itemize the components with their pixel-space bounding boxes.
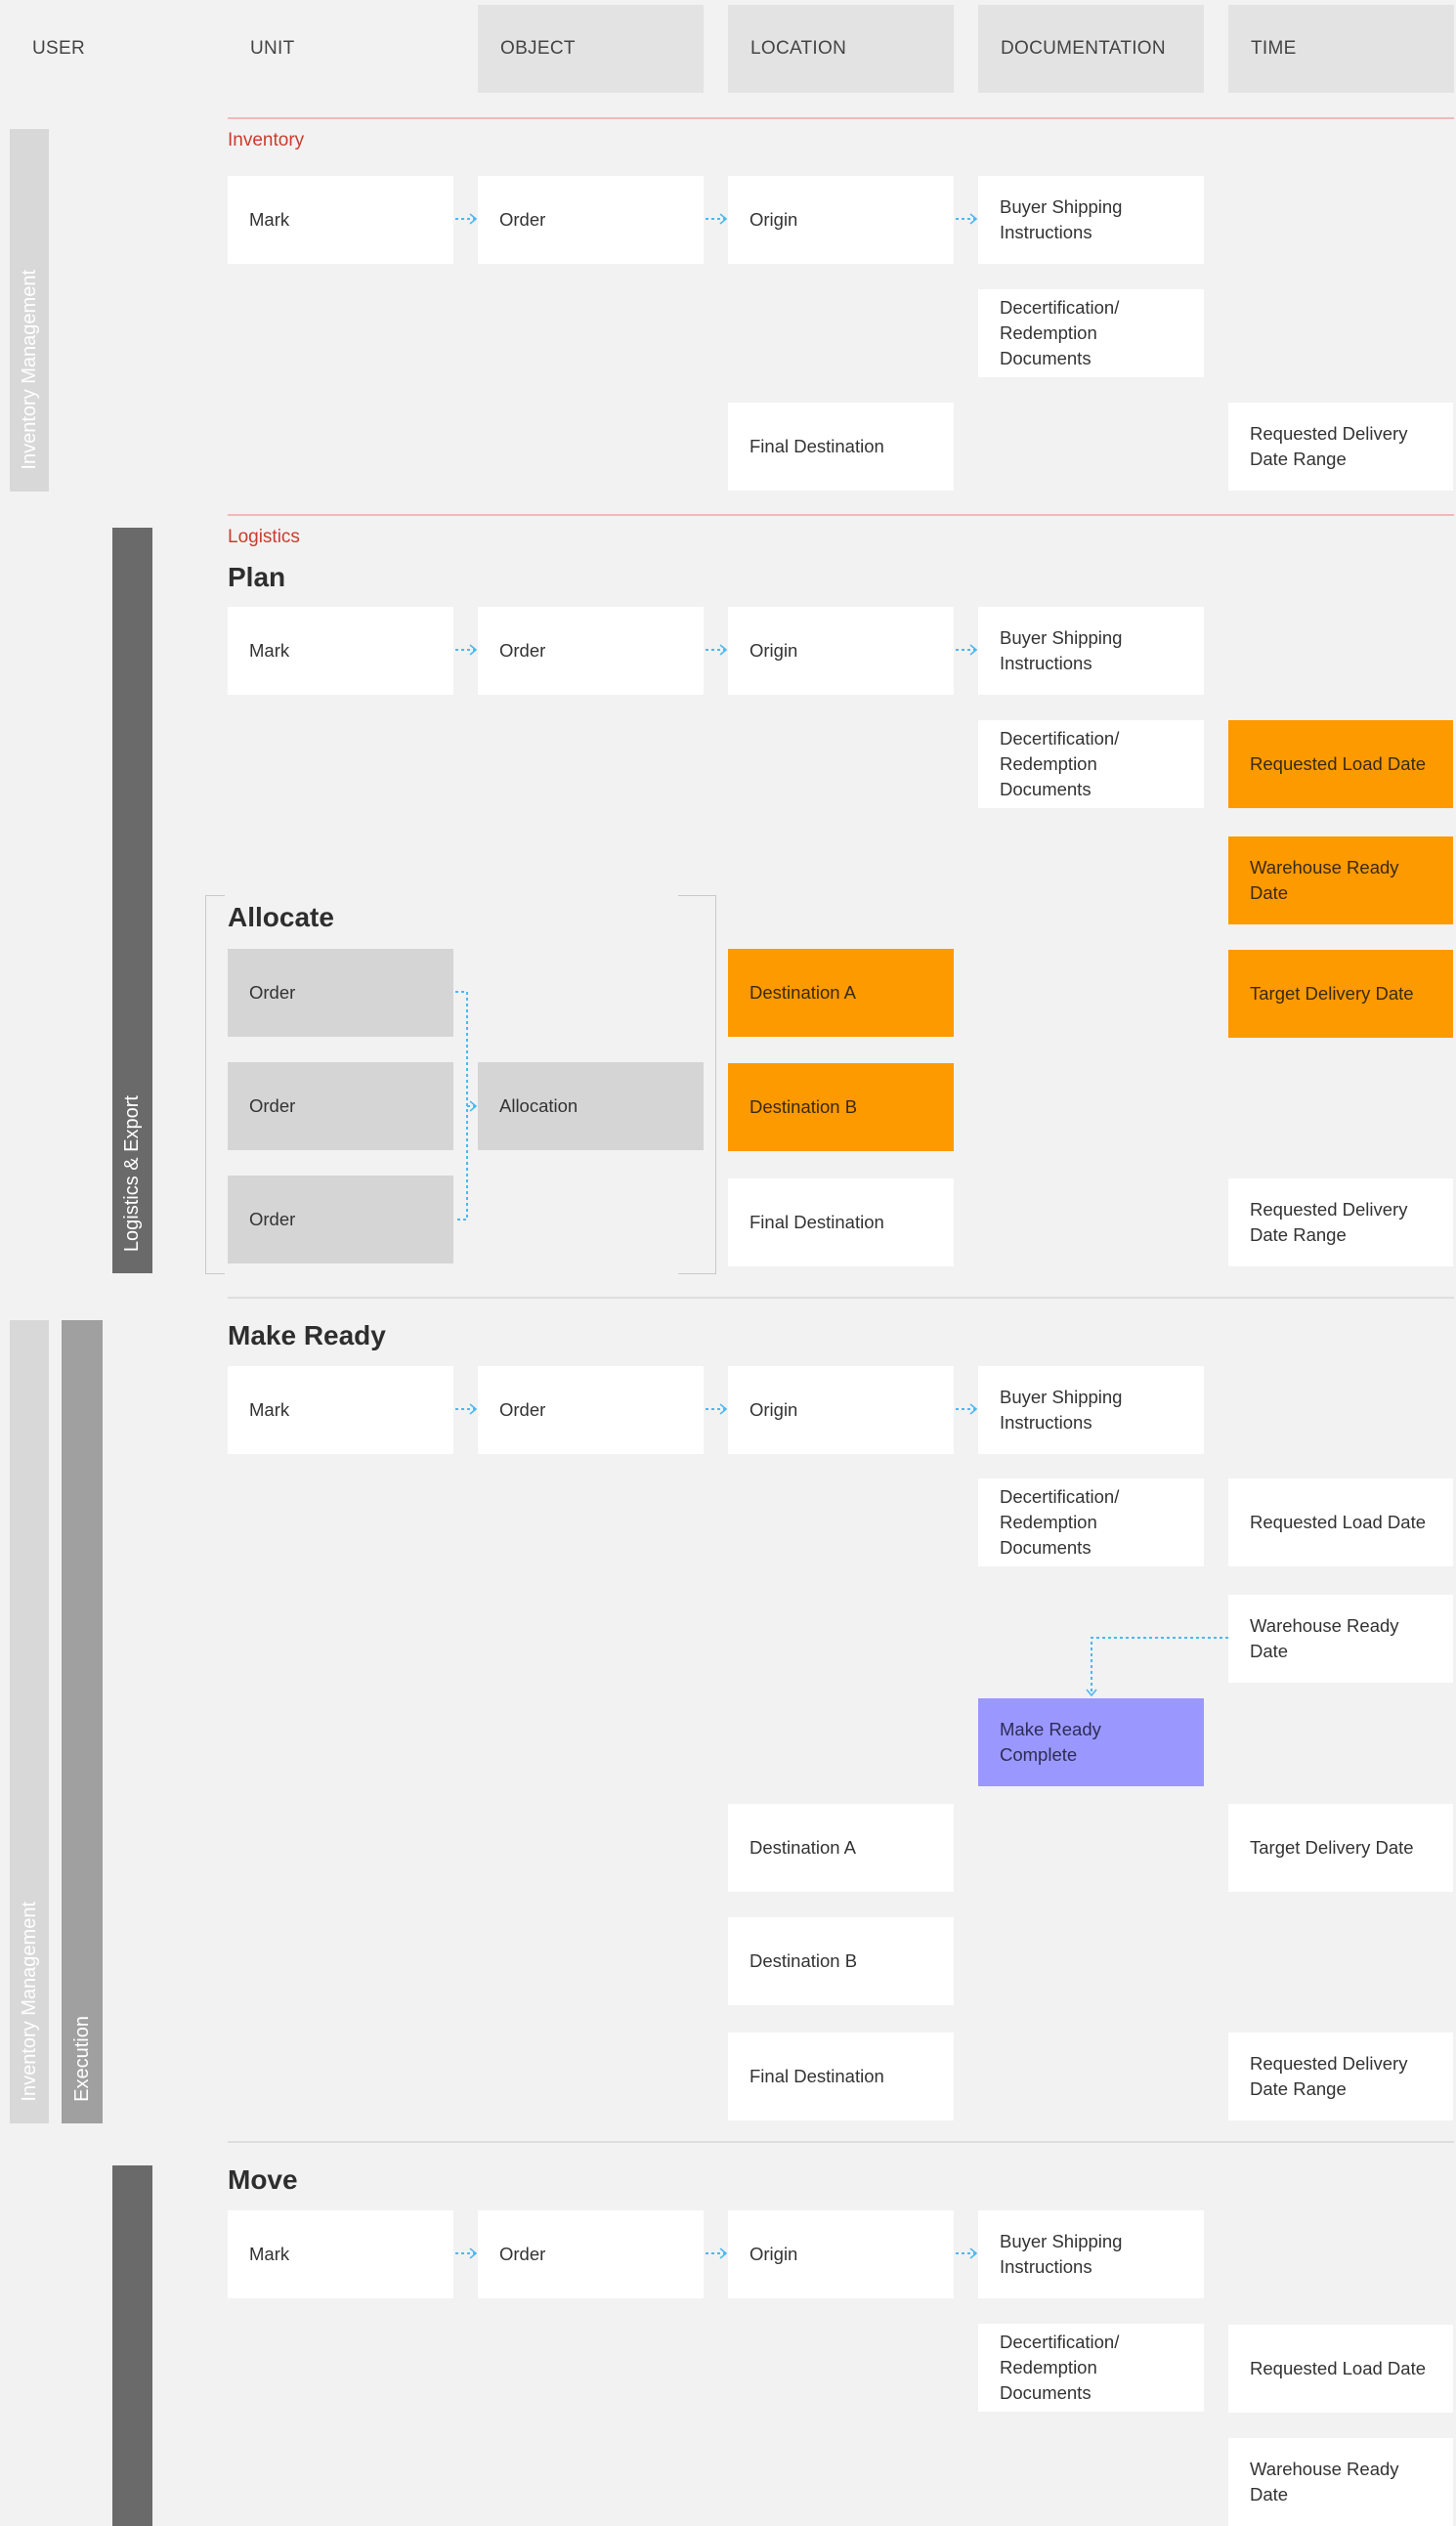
section-label-logistics: Logistics <box>228 527 300 547</box>
arrowhead <box>469 644 478 656</box>
card-buyer-shipping-instructions[interactable]: Buyer Shipping Instructions <box>978 1366 1204 1454</box>
card-decertification-documents[interactable]: Decertification/ Redemption Documents <box>978 1478 1204 1566</box>
card-order[interactable]: Order <box>478 1366 704 1454</box>
section-divider <box>228 514 1454 516</box>
sidebar-label: Inventory Management <box>18 1902 40 2102</box>
card-origin[interactable]: Origin <box>728 2210 954 2298</box>
card-decertification-documents[interactable]: Decertification/ Redemption Documents <box>978 720 1204 808</box>
sidebar-execution: Execution <box>62 1320 103 2123</box>
card-warehouse-ready-date[interactable]: Warehouse Ready Date <box>1228 836 1453 924</box>
arrowhead <box>969 1403 978 1415</box>
stage-title-plan: Plan <box>228 562 286 592</box>
card-requested-delivery-date-range[interactable]: Requested Delivery Date Range <box>1228 403 1453 491</box>
arrowhead <box>719 644 728 656</box>
card-order[interactable]: Order <box>478 607 704 695</box>
card-buyer-shipping-instructions[interactable]: Buyer Shipping Instructions <box>978 176 1204 264</box>
sidebar-logistics-export-2 <box>112 2165 152 2526</box>
section-label-inventory: Inventory <box>228 130 305 150</box>
card-destination-a[interactable]: Destination A <box>728 949 954 1037</box>
card-order[interactable]: Order <box>228 1062 453 1150</box>
card-buyer-shipping-instructions[interactable]: Buyer Shipping Instructions <box>978 607 1204 695</box>
card-target-delivery-date[interactable]: Target Delivery Date <box>1228 950 1453 1038</box>
card-mark[interactable]: Mark <box>228 1366 453 1454</box>
frame-tick <box>678 1273 716 1274</box>
sidebar-inventory-management-2: Inventory Management <box>10 1320 49 2123</box>
card-requested-load-date[interactable]: Requested Load Date <box>1228 2325 1453 2413</box>
section-divider <box>228 2141 1454 2143</box>
sidebar-label: Inventory Management <box>18 270 40 470</box>
card-target-delivery-date[interactable]: Target Delivery Date <box>1228 1804 1453 1892</box>
column-header-user: USER <box>32 38 85 59</box>
column-header-object: OBJECT <box>478 5 704 93</box>
card-buyer-shipping-instructions[interactable]: Buyer Shipping Instructions <box>978 2210 1204 2298</box>
card-mark[interactable]: Mark <box>228 607 453 695</box>
card-decertification-documents[interactable]: Decertification/ Redemption Documents <box>978 289 1204 377</box>
arrowhead <box>469 2248 478 2259</box>
sidebar-label: Logistics & Export <box>121 1094 143 1252</box>
card-mark[interactable]: Mark <box>228 2210 453 2298</box>
arrowhead <box>969 2248 978 2259</box>
card-order[interactable]: Order <box>478 176 704 264</box>
card-origin[interactable]: Origin <box>728 1366 954 1454</box>
card-make-ready-complete[interactable]: Make Ready Complete <box>978 1698 1204 1786</box>
card-destination-a[interactable]: Destination A <box>728 1804 954 1892</box>
card-destination-b[interactable]: Destination B <box>728 1917 954 2005</box>
stage-title-move: Move <box>228 2164 298 2195</box>
arrowhead <box>1086 1689 1097 1697</box>
card-order[interactable]: Order <box>228 1176 453 1263</box>
arrowhead <box>719 2248 728 2259</box>
arrowhead <box>469 213 478 225</box>
card-allocation[interactable]: Allocation <box>478 1062 704 1150</box>
arrowhead <box>469 1403 478 1415</box>
card-final-destination[interactable]: Final Destination <box>728 403 954 491</box>
section-divider <box>228 1297 1454 1299</box>
arrowhead <box>969 213 978 225</box>
card-requested-load-date[interactable]: Requested Load Date <box>1228 720 1453 808</box>
column-header-unit: UNIT <box>250 38 295 59</box>
card-warehouse-ready-date[interactable]: Warehouse Ready Date <box>1228 1595 1453 1683</box>
card-requested-delivery-date-range[interactable]: Requested Delivery Date Range <box>1228 1178 1453 1266</box>
section-divider <box>228 117 1454 119</box>
card-order[interactable]: Order <box>228 949 453 1037</box>
card-requested-load-date[interactable]: Requested Load Date <box>1228 1478 1453 1566</box>
column-header-location: LOCATION <box>728 5 954 93</box>
card-origin[interactable]: Origin <box>728 176 954 264</box>
connector-elbow <box>1091 1637 1228 1694</box>
card-decertification-documents[interactable]: Decertification/ Redemption Documents <box>978 2324 1204 2412</box>
card-mark[interactable]: Mark <box>228 176 453 264</box>
card-destination-b[interactable]: Destination B <box>728 1063 954 1151</box>
card-final-destination[interactable]: Final Destination <box>728 1178 954 1266</box>
arrowhead <box>719 213 728 225</box>
card-final-destination[interactable]: Final Destination <box>728 2033 954 2120</box>
stage-title-make-ready: Make Ready <box>228 1320 386 1350</box>
sidebar-inventory-management: Inventory Management <box>10 129 49 492</box>
frame-tick <box>205 1273 225 1274</box>
card-origin[interactable]: Origin <box>728 607 954 695</box>
card-requested-delivery-date-range[interactable]: Requested Delivery Date Range <box>1228 2033 1453 2120</box>
card-order[interactable]: Order <box>478 2210 704 2298</box>
arrowhead <box>719 1403 728 1415</box>
frame-tick <box>678 895 716 896</box>
sidebar-logistics-export: Logistics & Export <box>112 528 152 1273</box>
arrowhead <box>969 644 978 656</box>
column-header-time: TIME <box>1228 5 1454 93</box>
sidebar-label: Execution <box>70 2016 93 2102</box>
stage-title-allocate: Allocate <box>228 902 334 932</box>
card-warehouse-ready-date[interactable]: Warehouse Ready Date <box>1228 2438 1453 2526</box>
column-header-documentation: DOCUMENTATION <box>978 5 1204 93</box>
frame-tick <box>205 895 225 896</box>
